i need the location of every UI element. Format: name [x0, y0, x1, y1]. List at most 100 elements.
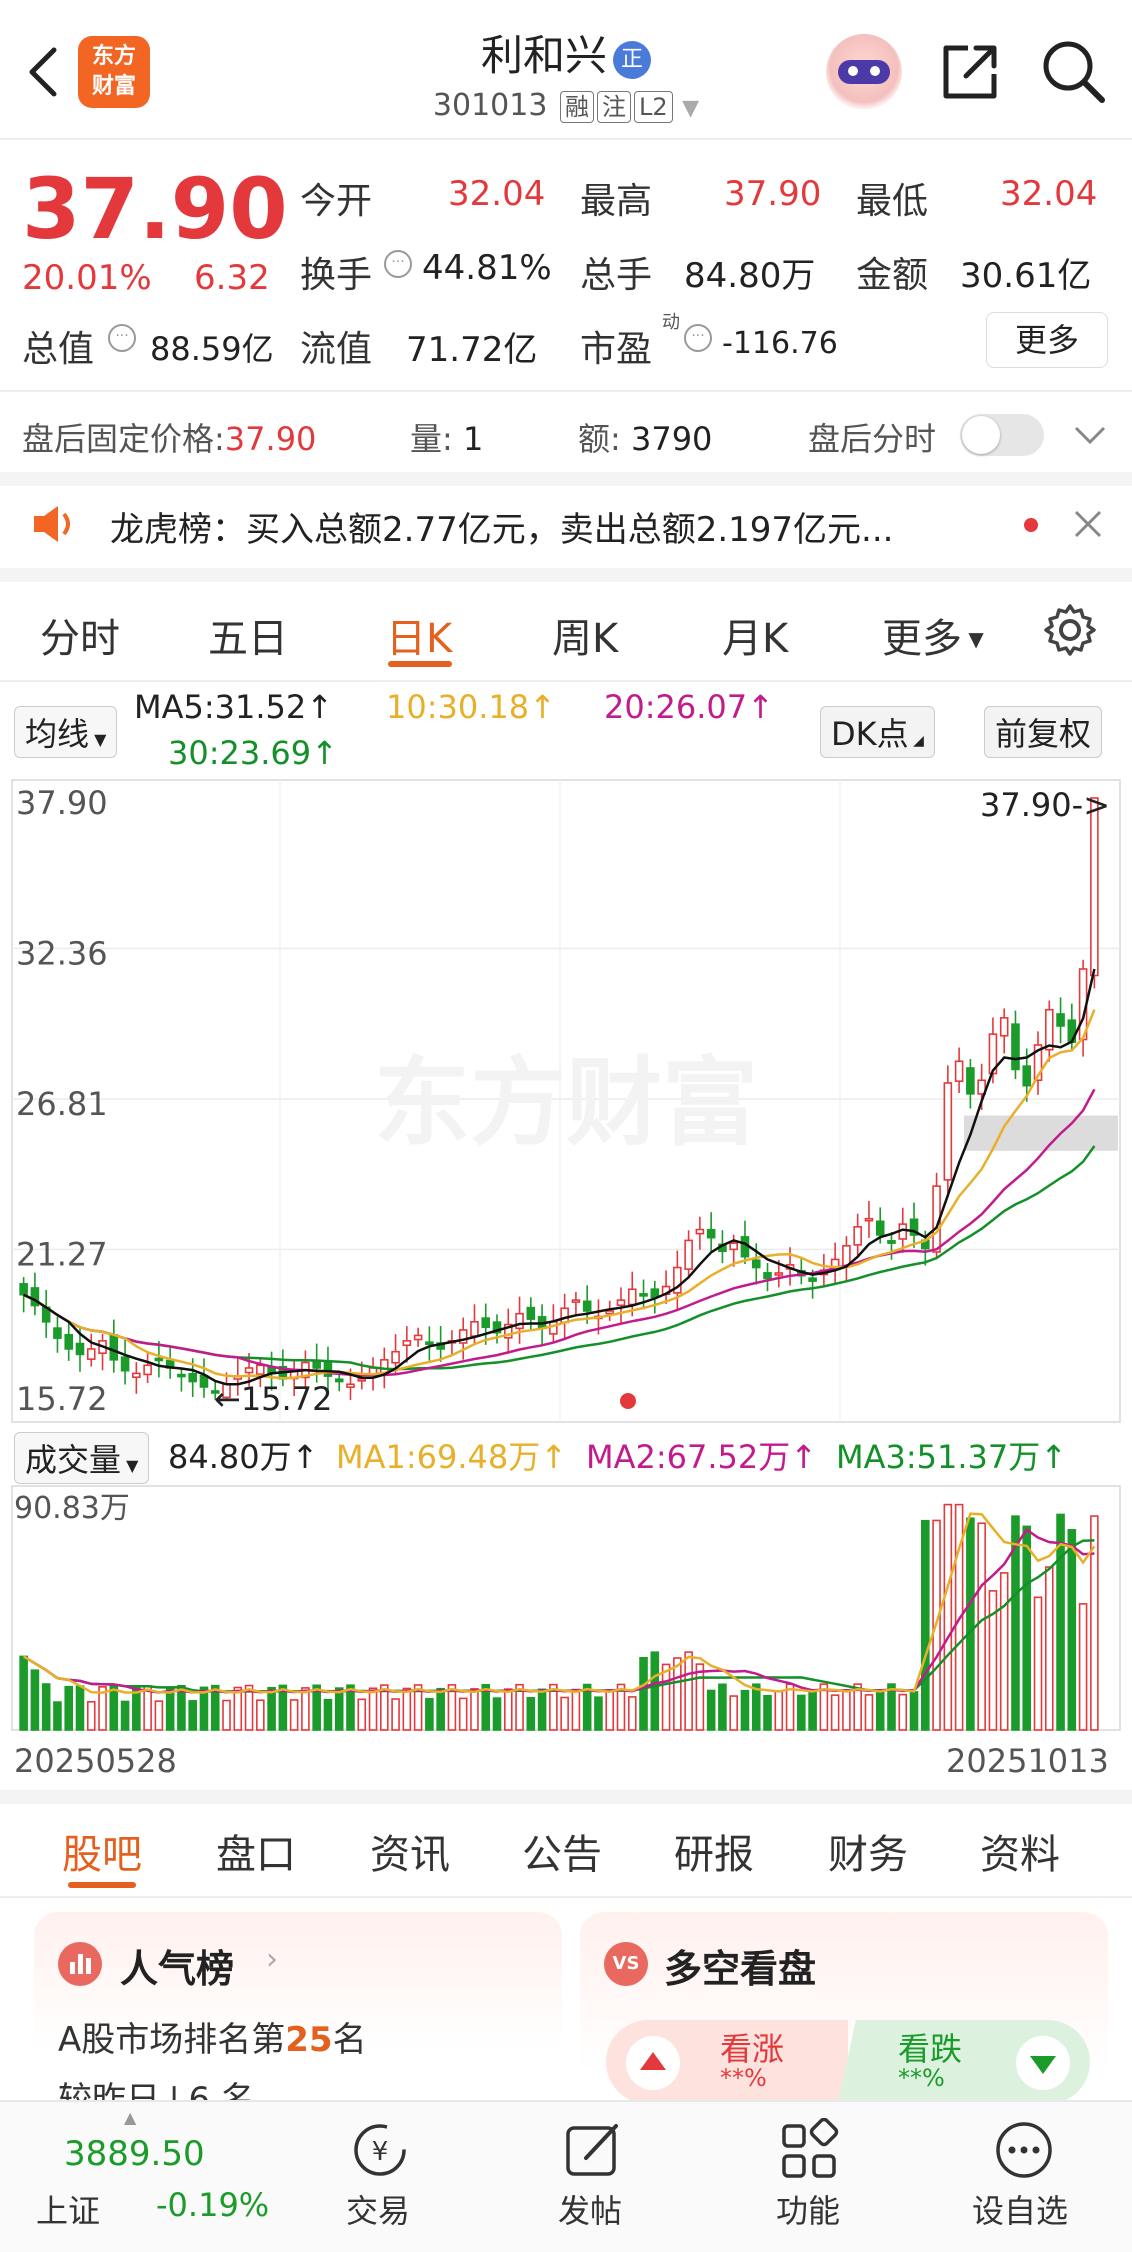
bear-vote-button[interactable] [1016, 2036, 1070, 2090]
volume-bar [797, 1694, 806, 1731]
volume-bar [458, 1697, 468, 1731]
candle-body [177, 1373, 186, 1378]
volume-bar [19, 1655, 28, 1731]
nav-post[interactable]: 发帖 [558, 2186, 622, 2232]
candle-body [729, 1242, 738, 1251]
index-value[interactable]: 3889.50 [64, 2134, 205, 2174]
candle-body [425, 1341, 434, 1345]
stock-badge: 正 [613, 41, 651, 79]
vol-ma2: MA2:67.52万↑ [586, 1438, 818, 1476]
volume-bar [718, 1683, 727, 1731]
chevron-down-icon[interactable] [1072, 418, 1108, 450]
popularity-rank: 25 [285, 2020, 333, 2060]
tab-daily-k[interactable]: 日K [386, 606, 452, 664]
kline-chart[interactable]: 37.90 32.36 26.81 21.27 15.72 东方财富 37.90-> ←15.… [0, 776, 1132, 1426]
nav-trade[interactable]: 交易 [346, 2186, 410, 2232]
candle-body [639, 1293, 648, 1297]
share-icon[interactable] [938, 40, 1002, 104]
tab-guba[interactable]: 股吧 [62, 1822, 142, 1880]
nav-customize-watchlist[interactable]: 设自选 [972, 2186, 1068, 2232]
volume-selector[interactable]: 成交量 ▼ [14, 1432, 150, 1484]
volume-bar [639, 1657, 648, 1731]
volume-bar [109, 1685, 119, 1731]
volume-bar [1033, 1596, 1043, 1731]
resistance-band [964, 1115, 1118, 1151]
amount-value: 30.61亿 [960, 256, 1092, 296]
tab-intraday[interactable]: 分时 [40, 606, 120, 664]
candle-body [605, 1310, 615, 1315]
bull-bear-card[interactable]: VS 多空看盘 看涨 **% 看跌 **% [580, 1912, 1108, 2112]
tab-five-day[interactable]: 五日 [208, 606, 288, 664]
ma-selector[interactable]: 均线 ▼ [14, 706, 118, 758]
candle-body [763, 1272, 772, 1280]
tab-announcements[interactable]: 公告 [522, 1822, 602, 1880]
volume-bar [526, 1697, 536, 1731]
svg-text:¥: ¥ [372, 2137, 389, 2167]
tab-finance[interactable]: 财务 [828, 1822, 908, 1880]
candle-body [413, 1334, 423, 1341]
adjust-button[interactable]: 前复权 [984, 706, 1103, 758]
candle-body [616, 1299, 626, 1307]
vol-ma3: MA3:51.37万↑ [836, 1438, 1068, 1476]
unread-dot [1024, 518, 1038, 532]
tab-monthly-k[interactable]: 月K [722, 606, 788, 664]
price-axis-label: 26.81 [16, 1085, 108, 1123]
volume-bar [1067, 1529, 1077, 1731]
bull-vote-button[interactable] [626, 2036, 680, 2090]
index-change[interactable]: -0.19% [156, 2186, 269, 2224]
dk-point-button[interactable]: DK点 ◢ [820, 706, 935, 758]
volume-bar [267, 1686, 276, 1731]
volume-chart[interactable]: 90.83万 [0, 1484, 1132, 1734]
tab-profile[interactable]: 资料 [980, 1822, 1060, 1880]
after-hours-toggle[interactable] [960, 414, 1044, 456]
volume-bar [706, 1689, 716, 1731]
info-icon[interactable]: ··· [684, 324, 712, 352]
open-label: 今开 [300, 181, 373, 222]
pe-superscript: 动 [662, 312, 680, 333]
candle-body [864, 1217, 874, 1222]
low-value: 32.04 [1000, 174, 1098, 214]
tab-research[interactable]: 研报 [674, 1822, 754, 1880]
volume-value: 84.80万 [684, 256, 816, 296]
index-name[interactable]: 上证 [36, 2186, 100, 2232]
volume-bar [966, 1517, 975, 1731]
volume-bar [571, 1688, 581, 1731]
after-hours-price: 37.90 [224, 420, 317, 458]
settings-gear-icon[interactable] [1042, 602, 1098, 658]
candle-body [1044, 1008, 1054, 1051]
close-icon[interactable] [1070, 506, 1106, 542]
info-icon[interactable]: ··· [384, 250, 412, 278]
apps-grid-icon[interactable] [778, 2117, 842, 2182]
candle-body [684, 1239, 693, 1270]
bull-pct: **% [720, 2064, 767, 2092]
high-label: 最高 [580, 181, 653, 222]
more-dots-icon[interactable] [992, 2118, 1056, 2182]
info-icon[interactable]: ··· [108, 324, 136, 352]
nav-functions[interactable]: 功能 [776, 2186, 840, 2232]
tab-news[interactable]: 资讯 [370, 1822, 450, 1880]
volume-bar [909, 1691, 919, 1731]
trade-yen-icon[interactable]: ¥ [340, 2120, 420, 2182]
volume-bar [785, 1683, 795, 1731]
volume-bar [86, 1700, 96, 1731]
lhb-notice[interactable]: 龙虎榜：买入总额2.77亿元，卖出总额2.197亿元... [110, 502, 893, 551]
volume-bar [391, 1698, 400, 1731]
tab-handicap[interactable]: 盘口 [216, 1822, 296, 1880]
more-button[interactable]: 更多 [986, 312, 1108, 368]
volume-bar [650, 1651, 660, 1731]
date-start: 20250528 [14, 1742, 177, 1780]
volume-bar [41, 1683, 51, 1731]
volume-bar [289, 1699, 299, 1731]
volume-bar [763, 1694, 772, 1731]
volume-bar [999, 1572, 1009, 1731]
tab-weekly-k[interactable]: 周K [552, 606, 618, 664]
bottom-nav: ▲ 3889.50 上证 -0.19% ¥ 交易 发帖 功能 设自选 [0, 2100, 1132, 2252]
popularity-card[interactable]: 人气榜 › A股市场排名第25名 较昨日↓6 名 [34, 1912, 562, 2120]
candle-body [402, 1340, 412, 1347]
search-icon[interactable] [1040, 38, 1108, 106]
volume-bar [1078, 1603, 1088, 1731]
assistant-avatar-icon[interactable] [826, 34, 902, 110]
tab-more[interactable]: 更多 ▼ [882, 606, 984, 664]
compose-edit-icon[interactable] [562, 2120, 626, 2182]
candle-body [515, 1312, 524, 1330]
